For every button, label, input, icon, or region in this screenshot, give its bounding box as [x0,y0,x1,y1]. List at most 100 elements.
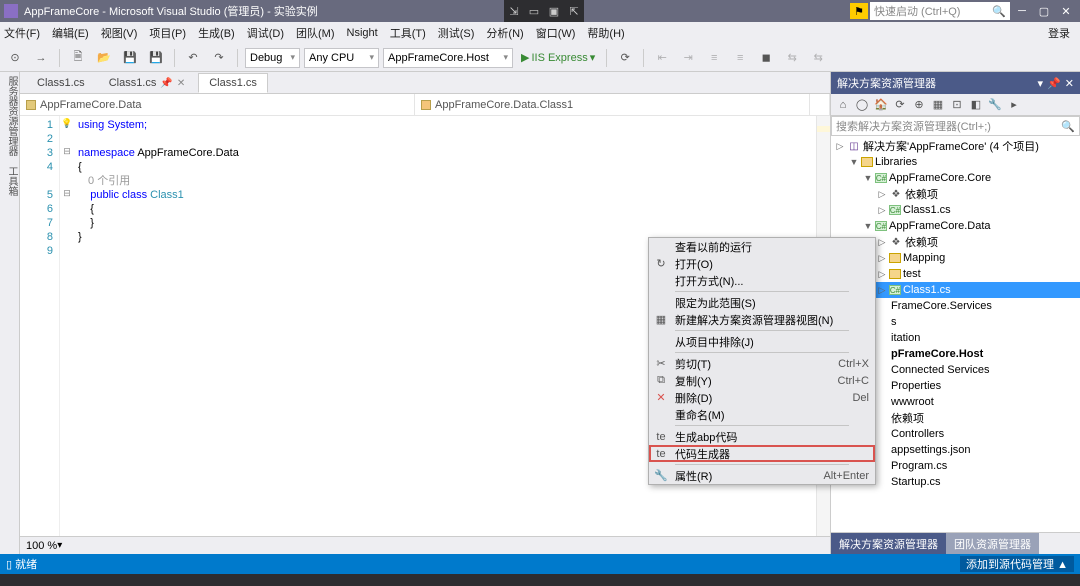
tree-solution-root[interactable]: ▷ ◫ 解决方案'AppFrameCore' (4 个项目) [831,138,1080,154]
preview-icon[interactable]: ◧ [968,97,984,113]
platform-dropdown[interactable]: Any CPU▾ [304,48,379,68]
back-icon[interactable]: ◯ [854,97,870,113]
solution-search[interactable]: 搜索解决方案资源管理器(Ctrl+;) 🔍 [831,116,1080,136]
menu-help[interactable]: 帮助(H) [587,25,624,41]
menu-project[interactable]: 项目(P) [149,25,186,41]
chevron-icon[interactable]: ▷ [877,269,887,280]
step-icon[interactable]: ⇆ [781,48,803,68]
save-icon[interactable]: 💾 [119,48,141,68]
chevron-icon[interactable]: ▷ [835,141,845,152]
panel-menu-icon[interactable]: ▾ [1038,77,1044,90]
show-all-icon[interactable]: ▦ [930,97,946,113]
tree-row[interactable]: ▼Libraries [831,154,1080,170]
fold-gutter[interactable]: 💡⊟⊟ [60,116,74,536]
config-dropdown[interactable]: Debug▾ [245,48,300,68]
context-menu-item[interactable]: 从项目中排除(J) [649,333,875,350]
float-icon[interactable]: ▭ [524,0,544,22]
context-menu-item[interactable]: 🔧属性(R)Alt+Enter [649,467,875,484]
step-icon[interactable]: ⇆ [807,48,829,68]
menu-window[interactable]: 窗口(W) [536,25,576,41]
float-icon[interactable]: ⇲ [504,0,524,22]
startup-dropdown[interactable]: AppFrameCore.Host▾ [383,48,513,68]
browser-link-icon[interactable]: ⟳ [614,48,636,68]
editor-tab[interactable]: Class1.cs [26,73,96,93]
context-menu-item[interactable]: 打开方式(N)... [649,272,875,289]
chevron-icon[interactable]: ▷ [877,205,887,216]
tree-row[interactable]: ▷❖依赖项 [831,186,1080,202]
left-tool-strip[interactable]: 服务器资源管理器 工具箱 [0,72,20,554]
context-menu-item[interactable]: te代码生成器 [649,445,875,462]
refresh-icon[interactable]: ⟳ [892,97,908,113]
tree-row[interactable]: ▼C#AppFrameCore.Data [831,218,1080,234]
float-icon[interactable]: ▣ [544,0,564,22]
run-button[interactable]: ▶ IIS Express ▾ [517,48,599,68]
source-control-button[interactable]: 添加到源代码管理 ▲ [960,556,1074,572]
wrench-icon[interactable]: 🔧 [987,97,1003,113]
menu-test[interactable]: 测试(S) [438,25,475,41]
close-panel-icon[interactable]: ✕ [1065,77,1074,90]
step-icon[interactable]: ⇥ [677,48,699,68]
menu-debug[interactable]: 调试(D) [247,25,284,41]
maximize-button[interactable]: ▢ [1034,5,1054,18]
undo-icon[interactable]: ↶ [182,48,204,68]
class-dropdown[interactable]: AppFrameCore.Data.Class1 [415,94,810,115]
quick-launch-input[interactable]: 快速启动 (Ctrl+Q) 🔍 [870,2,1010,20]
redo-icon[interactable]: ↷ [208,48,230,68]
save-all-icon[interactable]: 💾 [145,48,167,68]
chevron-icon[interactable]: ▼ [863,173,873,183]
properties-icon[interactable]: ⊡ [949,97,965,113]
minimize-button[interactable]: ─ [1012,5,1032,17]
namespace-dropdown[interactable]: AppFrameCore.Data [20,94,415,115]
chevron-icon[interactable]: ▼ [863,221,873,231]
tab-team-explorer[interactable]: 团队资源管理器 [946,533,1039,554]
chevron-icon[interactable]: ▷ [877,253,887,264]
menu-team[interactable]: 团队(M) [296,25,335,41]
menu-edit[interactable]: 编辑(E) [52,25,89,41]
notifications-icon[interactable]: ⚑ [850,3,868,19]
tab-solution-explorer[interactable]: 解决方案资源管理器 [831,533,946,554]
context-menu-item[interactable]: ✂剪切(T)Ctrl+X [649,355,875,372]
context-menu-item[interactable]: ▦新建解决方案资源管理器视图(N) [649,311,875,328]
menu-nsight[interactable]: Nsight [347,27,378,39]
more-icon[interactable]: ▸ [1006,97,1022,113]
pin-icon[interactable]: 📌 [1047,77,1061,90]
context-menu-item[interactable]: ↻打开(O) [649,255,875,272]
editor-tab[interactable]: Class1.cs [198,73,268,93]
close-tab-icon[interactable]: ✕ [177,78,185,89]
context-menu-item[interactable]: 重命名(M) [649,406,875,423]
menu-tools[interactable]: 工具(T) [390,25,426,41]
context-menu-item[interactable]: te生成abp代码 [649,428,875,445]
login-link[interactable]: 登录 [1048,25,1076,41]
menu-view[interactable]: 视图(V) [101,25,138,41]
member-dropdown[interactable] [810,94,830,115]
chevron-icon[interactable]: ▼ [849,157,859,167]
tree-row[interactable]: ▼C#AppFrameCore.Core [831,170,1080,186]
pin-icon[interactable]: 📌 [160,78,172,89]
menu-analyze[interactable]: 分析(N) [486,25,523,41]
step-icon[interactable]: ≡ [703,48,725,68]
nav-back-icon[interactable]: ⊙ [4,48,26,68]
home-icon[interactable]: ⌂ [835,97,851,113]
context-menu-item[interactable]: 查看以前的运行 [649,238,875,255]
chevron-icon[interactable]: ▷ [877,285,887,296]
menu-file[interactable]: 文件(F) [4,25,40,41]
chevron-icon[interactable]: ▷ [877,189,887,200]
zoom-level[interactable]: 100 % ▾ [20,536,830,554]
step-icon[interactable]: ⇤ [651,48,673,68]
context-menu-item[interactable]: 限定为此范围(S) [649,294,875,311]
context-menu-item[interactable]: ⧉复制(Y)Ctrl+C [649,372,875,389]
nav-fwd-icon[interactable]: → [30,48,52,68]
new-project-icon[interactable]: 🗎 [67,48,89,68]
step-icon[interactable]: ≡ [729,48,751,68]
context-menu-item[interactable]: ✕删除(D)Del [649,389,875,406]
editor-tab[interactable]: Class1.cs📌✕ [98,73,197,93]
menu-build[interactable]: 生成(B) [198,25,235,41]
chevron-icon[interactable]: ▷ [877,237,887,248]
floating-debug-toolbar[interactable]: ⇲ ▭ ▣ ⇱ [504,0,584,22]
sync-icon[interactable]: 🏠 [873,97,889,113]
tree-row[interactable]: ▷C#Class1.cs [831,202,1080,218]
collapse-icon[interactable]: ⊕ [911,97,927,113]
float-icon[interactable]: ⇱ [564,0,584,22]
close-button[interactable]: ✕ [1056,5,1076,18]
bookmark-icon[interactable]: ◼ [755,48,777,68]
